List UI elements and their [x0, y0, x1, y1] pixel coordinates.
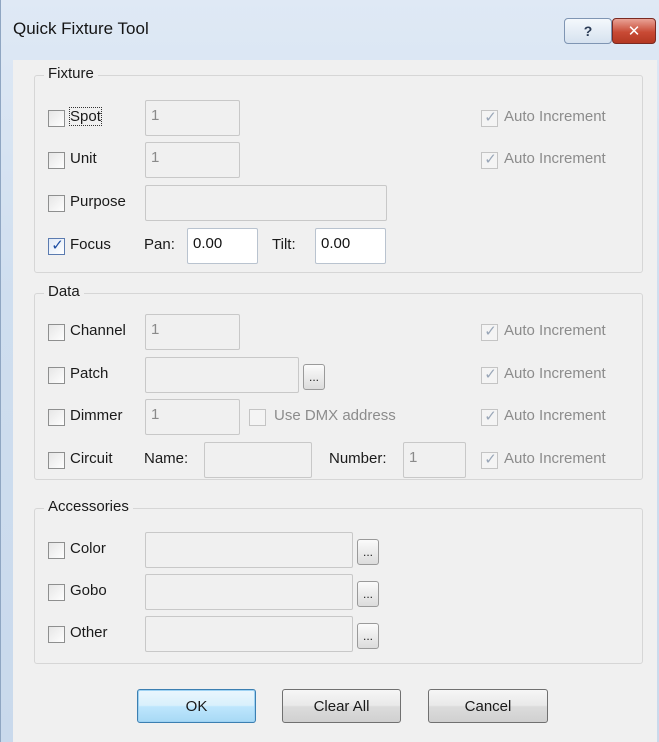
circuit-number-field[interactable]: 1 [403, 442, 466, 478]
circuit-checkbox[interactable] [48, 452, 65, 469]
check-icon: ✓ [484, 408, 497, 425]
gobo-field[interactable] [145, 574, 353, 610]
window-title: Quick Fixture Tool [13, 19, 149, 38]
pan-label: Pan: [144, 236, 175, 253]
gobo-browse-button[interactable]: ... [357, 581, 379, 607]
channel-row: Channel 1 ✓ Auto Increment [35, 314, 635, 350]
patch-auto-increment-label: Auto Increment [504, 365, 606, 382]
check-icon: ✓ [51, 237, 64, 254]
data-group: Data Channel 1 ✓ Auto Increment Patch ..… [34, 283, 643, 480]
unit-auto-increment-label: Auto Increment [504, 150, 606, 167]
purpose-field[interactable] [145, 185, 387, 221]
dimmer-checkbox[interactable] [48, 409, 65, 426]
channel-auto-increment-label: Auto Increment [504, 322, 606, 339]
unit-checkbox[interactable] [48, 152, 65, 169]
spot-row: Spot 1 ✓ Auto Increment [35, 100, 635, 136]
purpose-label: Purpose [70, 193, 126, 210]
purpose-checkbox[interactable] [48, 195, 65, 212]
color-field[interactable] [145, 532, 353, 568]
ok-button[interactable]: OK [137, 689, 256, 723]
other-browse-button[interactable]: ... [357, 623, 379, 649]
check-icon: ✓ [484, 151, 497, 168]
circuit-name-label: Name: [144, 450, 189, 467]
circuit-number-label: Number: [329, 450, 387, 467]
title-bar[interactable]: Quick Fixture Tool ? ✕ [1, 0, 659, 60]
check-icon: ✓ [484, 451, 497, 468]
unit-auto-increment-checkbox[interactable]: ✓ [481, 151, 498, 169]
gobo-checkbox[interactable] [48, 584, 65, 601]
circuit-auto-increment-checkbox[interactable]: ✓ [481, 451, 498, 469]
dimmer-row: Dimmer 1 Use DMX address ✓ Auto Incremen… [35, 399, 635, 435]
help-icon: ? [583, 23, 593, 39]
patch-label: Patch [70, 365, 109, 382]
circuit-name-field[interactable] [204, 442, 312, 478]
circuit-label: Circuit [70, 450, 113, 467]
gobo-label: Gobo [70, 582, 107, 599]
purpose-row: Purpose [35, 185, 635, 221]
color-label: Color [70, 540, 106, 557]
color-checkbox[interactable] [48, 542, 65, 559]
focus-checkbox[interactable]: ✓ [48, 237, 65, 255]
data-legend: Data [44, 283, 84, 300]
dimmer-field[interactable]: 1 [145, 399, 240, 435]
other-checkbox[interactable] [48, 626, 65, 643]
tilt-field[interactable]: 0.00 [315, 228, 386, 264]
spot-auto-increment-label: Auto Increment [504, 108, 606, 125]
dimmer-auto-increment-label: Auto Increment [504, 407, 606, 424]
accessories-group: Accessories Color ... Gobo ... Other ... [34, 498, 643, 664]
fixture-legend: Fixture [44, 65, 98, 82]
patch-checkbox[interactable] [48, 367, 65, 384]
patch-field[interactable] [145, 357, 299, 393]
unit-row: Unit 1 ✓ Auto Increment [35, 142, 635, 178]
close-button[interactable]: ✕ [612, 18, 656, 44]
accessories-legend: Accessories [44, 498, 133, 515]
focus-row: ✓ Focus Pan: 0.00 Tilt: 0.00 [35, 228, 635, 264]
spot-auto-increment-checkbox[interactable]: ✓ [481, 109, 498, 127]
patch-auto-increment-checkbox[interactable]: ✓ [481, 366, 498, 384]
dimmer-auto-increment-checkbox[interactable]: ✓ [481, 408, 498, 426]
color-row: Color ... [35, 532, 635, 568]
channel-field[interactable]: 1 [145, 314, 240, 350]
check-icon: ✓ [484, 366, 497, 383]
channel-checkbox[interactable] [48, 324, 65, 341]
patch-browse-button[interactable]: ... [303, 364, 325, 390]
cancel-button[interactable]: Cancel [428, 689, 548, 723]
other-label: Other [70, 624, 108, 641]
circuit-row: Circuit Name: Number: 1 ✓ Auto Increment [35, 442, 635, 478]
close-icon: ✕ [627, 23, 641, 40]
spot-label: Spot [69, 107, 102, 126]
check-icon: ✓ [484, 109, 497, 126]
unit-field[interactable]: 1 [145, 142, 240, 178]
pan-field[interactable]: 0.00 [187, 228, 258, 264]
spot-field[interactable]: 1 [145, 100, 240, 136]
use-dmx-address-label: Use DMX address [274, 407, 396, 424]
focus-label: Focus [70, 236, 111, 253]
gobo-row: Gobo ... [35, 574, 635, 610]
help-button[interactable]: ? [564, 18, 612, 44]
patch-row: Patch ... ✓ Auto Increment [35, 357, 635, 393]
dialog-body: Fixture Spot 1 ✓ Auto Increment Unit 1 ✓… [13, 60, 657, 742]
other-row: Other ... [35, 616, 635, 652]
fixture-group: Fixture Spot 1 ✓ Auto Increment Unit 1 ✓… [34, 65, 643, 273]
use-dmx-address-checkbox[interactable] [249, 409, 266, 426]
dimmer-label: Dimmer [70, 407, 123, 424]
circuit-auto-increment-label: Auto Increment [504, 450, 606, 467]
check-icon: ✓ [484, 323, 497, 340]
unit-label: Unit [70, 150, 97, 167]
other-field[interactable] [145, 616, 353, 652]
channel-auto-increment-checkbox[interactable]: ✓ [481, 323, 498, 341]
spot-checkbox[interactable] [48, 110, 65, 127]
channel-label: Channel [70, 322, 126, 339]
tilt-label: Tilt: [272, 236, 296, 253]
color-browse-button[interactable]: ... [357, 539, 379, 565]
clear-all-button[interactable]: Clear All [282, 689, 401, 723]
